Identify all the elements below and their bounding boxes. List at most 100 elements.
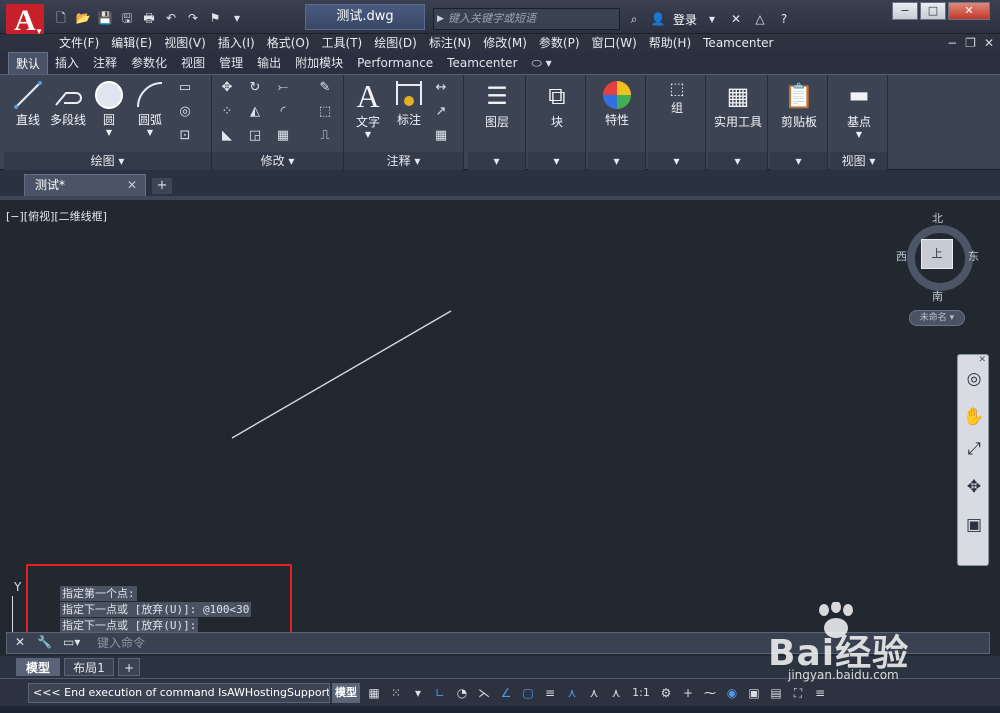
drawn-line[interactable] [231, 310, 452, 439]
tab-annotate[interactable]: 注释 [86, 52, 124, 74]
exchange-icon[interactable]: ✕ [727, 12, 745, 26]
search-box[interactable]: ▶ 键入关键字或短语 [433, 8, 620, 30]
graphics-performance-icon[interactable]: ▤ [766, 684, 786, 702]
rectangle-icon[interactable]: ▭ [176, 79, 194, 97]
annotation-panel-footer[interactable]: 注释 ▾ [344, 152, 463, 170]
rotate-icon[interactable]: ↻ [246, 79, 264, 97]
recent-commands-icon[interactable]: ▭▾ [63, 635, 80, 649]
group-tool[interactable]: ⬚ 组 [652, 79, 702, 116]
minimize-button[interactable]: − [892, 2, 918, 20]
units-icon[interactable]: ⁓ [700, 684, 720, 702]
mirror-icon[interactable]: ◭ [246, 103, 264, 121]
ortho-icon[interactable]: ∟ [430, 684, 450, 702]
snap-dropdown-icon[interactable]: ▾ [408, 684, 428, 702]
open-icon[interactable]: 📂 [74, 9, 92, 27]
polar-icon[interactable]: ◔ [452, 684, 472, 702]
menu-file[interactable]: 文件(F) [57, 34, 109, 52]
modify-panel-footer[interactable]: 修改 ▾ [212, 152, 343, 170]
table-icon[interactable]: ▦ [432, 127, 450, 145]
application-menu-button[interactable]: A ▼ [6, 4, 44, 38]
view-panel-footer[interactable]: 视图 ▾ [830, 152, 887, 170]
auto-scale-icon[interactable]: ⋏ [584, 684, 604, 702]
clean-screen-icon[interactable]: ⛶ [788, 684, 808, 702]
drawing-canvas[interactable]: [−][俯视][二维线框] 上 北 南 东 西 未命名 ▾ ✕ ◎ ✋ ⤢ ✥ … [0, 196, 1000, 658]
isodraft-icon[interactable]: ⋋ [474, 684, 494, 702]
file-tab-test[interactable]: 测试* ✕ [24, 174, 146, 196]
tab-insert[interactable]: 插入 [48, 52, 86, 74]
menu-help[interactable]: 帮助(H) [647, 34, 701, 52]
fillet-icon[interactable]: ◜ [274, 103, 292, 121]
scale-icon[interactable]: ◲ [246, 127, 264, 145]
close-command-line-icon[interactable]: ✕ [15, 635, 25, 649]
doc-minimize-icon[interactable]: − [947, 34, 957, 52]
compass-south[interactable]: 南 [932, 288, 943, 304]
linear-dim-icon[interactable]: ↔ [432, 79, 450, 97]
text-dropdown-icon[interactable]: ▼ [350, 130, 386, 139]
menu-parametric[interactable]: 参数(P) [537, 34, 590, 52]
showmotion-icon[interactable]: ▣ [962, 513, 986, 537]
menu-edit[interactable]: 编辑(E) [109, 34, 162, 52]
tab-view[interactable]: 视图 [174, 52, 212, 74]
menu-view[interactable]: 视图(V) [162, 34, 216, 52]
menu-window[interactable]: 窗口(W) [590, 34, 647, 52]
tab-teamcenter[interactable]: Teamcenter [440, 52, 524, 74]
zoom-extents-icon[interactable]: ⤢ [962, 437, 986, 461]
arc-tool[interactable]: 圆弧 ▼ [130, 79, 170, 137]
doc-close-icon[interactable]: ✕ [984, 34, 994, 52]
tab-home[interactable]: 默认 [8, 52, 49, 74]
qat-dropdown-icon[interactable]: ▾ [228, 9, 246, 27]
line-tool[interactable]: 直线 [10, 79, 46, 128]
dimension-tool[interactable]: 标注 [390, 79, 428, 128]
orbit-icon[interactable]: ✥ [962, 475, 986, 499]
save-as-icon[interactable]: 🖫 [118, 9, 136, 27]
new-layout-button[interactable]: + [118, 658, 140, 676]
array-icon[interactable]: ▦ [274, 127, 292, 145]
erase-icon[interactable]: ✎ [316, 79, 334, 97]
compass-north[interactable]: 北 [932, 210, 943, 226]
offset-icon[interactable]: ⎍ [316, 127, 334, 145]
navbar-close-icon[interactable]: ✕ [978, 355, 986, 365]
new-tab-button[interactable]: + [152, 178, 172, 194]
annotation-scale-icon[interactable]: ⋏ [606, 684, 626, 702]
copy-icon[interactable]: ⁘ [218, 103, 236, 121]
menu-draw[interactable]: 绘图(D) [372, 34, 427, 52]
compass-west[interactable]: 西 [896, 248, 907, 264]
menu-modify[interactable]: 修改(M) [481, 34, 537, 52]
model-space-button[interactable]: 模型 [332, 683, 360, 703]
viewcube-top-face[interactable]: 上 [921, 239, 953, 269]
clipboard-tool[interactable]: 📋 剪贴板 [774, 79, 824, 130]
quick-properties-icon[interactable]: ◉ [722, 684, 742, 702]
stretch-icon[interactable]: ◣ [218, 127, 236, 145]
properties-tool[interactable]: 特性 [592, 79, 642, 128]
close-tab-icon[interactable]: ✕ [127, 175, 137, 195]
help-icon[interactable]: ? [775, 12, 793, 26]
lineweight-icon[interactable]: ≡ [540, 684, 560, 702]
block-dropdown-icon[interactable]: ▾ [528, 152, 585, 170]
binoculars-icon[interactable]: ⌕ [625, 12, 643, 27]
draw-panel-footer[interactable]: 绘图 ▾ [4, 152, 211, 170]
login-link[interactable]: 登录 [673, 11, 697, 28]
menu-insert[interactable]: 插入(I) [216, 34, 265, 52]
grid-icon[interactable]: ▦ [364, 684, 384, 702]
dropdown-icon[interactable]: ▾ [703, 12, 721, 26]
circle-tool[interactable]: 圆 ▼ [90, 79, 128, 137]
annotation-visibility-icon[interactable]: ⋏ [562, 684, 582, 702]
clipboard-dropdown-icon[interactable]: ▾ [770, 152, 827, 170]
workspace-icon[interactable]: ⚙ [656, 684, 676, 702]
region-icon[interactable]: ⊡ [176, 127, 194, 145]
object-snap-tracking-icon[interactable]: ∠ [496, 684, 516, 702]
base-view-dropdown-icon[interactable]: ▼ [834, 130, 884, 139]
print-icon[interactable]: 🖶 [140, 9, 158, 27]
snap-icon[interactable]: ⁙ [386, 684, 406, 702]
object-snap-icon[interactable]: ▢ [518, 684, 538, 702]
tab-performance[interactable]: Performance [350, 52, 440, 74]
layers-tool[interactable]: ☰ 图层 [472, 79, 522, 130]
utilities-dropdown-icon[interactable]: ▾ [708, 152, 767, 170]
ribbon-toggle-icon[interactable]: ⬭ ▾ [525, 52, 559, 74]
menu-tools[interactable]: 工具(T) [320, 34, 373, 52]
steering-wheel-icon[interactable]: ◎ [962, 367, 986, 391]
text-tool[interactable]: A 文字 ▼ [350, 79, 386, 139]
ucs-menu[interactable]: 未命名 ▾ [909, 310, 965, 326]
layers-dropdown-icon[interactable]: ▾ [468, 152, 525, 170]
arc-dropdown-icon[interactable]: ▼ [130, 128, 170, 137]
